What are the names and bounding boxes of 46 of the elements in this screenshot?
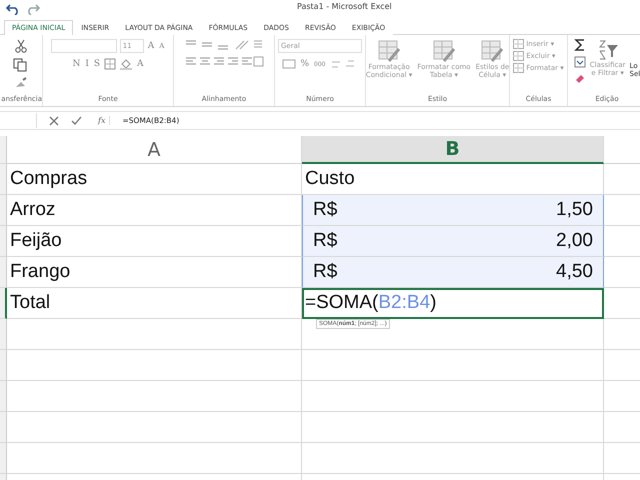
- font-color-button[interactable]: A: [136, 59, 145, 69]
- horizontal-align-icons[interactable]: [184, 56, 264, 68]
- table-cell: Frango: [7, 257, 302, 288]
- table-style-icon: [432, 39, 456, 63]
- table-cell: Arroz: [7, 195, 302, 226]
- cells-icon: [513, 63, 524, 73]
- currency-symbol: R$: [313, 261, 338, 283]
- currency-amount: 1,50: [556, 199, 593, 221]
- copy-icon[interactable]: [13, 58, 29, 72]
- check-icon[interactable]: [71, 116, 82, 126]
- scissors-icon[interactable]: [14, 39, 28, 53]
- table-style-icon: [377, 39, 402, 63]
- currency-amount: 4,50: [556, 261, 593, 283]
- redo-icon[interactable]: [26, 3, 40, 15]
- fill-bucket-icon[interactable]: [119, 58, 134, 70]
- font-style-button[interactable]: S: [92, 59, 102, 69]
- table-cell: Compras: [7, 164, 302, 195]
- currency-amount: 2,00: [556, 230, 593, 252]
- cancel-icon[interactable]: [49, 116, 59, 126]
- eraser-icon[interactable]: [574, 73, 586, 83]
- percent-button[interactable]: %: [299, 59, 310, 69]
- grow-font-button[interactable]: A: [146, 41, 156, 51]
- window-title: Pasta1 - Microsoft Excel: [297, 2, 392, 11]
- corner-header[interactable]: [0, 136, 7, 164]
- cells-icon: [513, 51, 524, 61]
- font-name-field[interactable]: [50, 39, 117, 53]
- fill-down-icon[interactable]: [574, 56, 586, 68]
- column-header[interactable]: B: [302, 136, 604, 164]
- brush-icon[interactable]: [14, 77, 28, 89]
- currency-symbol: R$: [313, 199, 338, 221]
- font-style-button[interactable]: N: [71, 59, 82, 69]
- table-style-icon: [480, 39, 504, 63]
- table-cell: Total: [7, 288, 302, 319]
- column-header[interactable]: A: [7, 136, 302, 164]
- sort-filter-icon: [596, 39, 619, 61]
- row-header[interactable]: [0, 288, 7, 319]
- sum-icon[interactable]: [574, 39, 586, 51]
- cells-icon: [513, 39, 524, 49]
- currency-symbol: R$: [313, 230, 338, 252]
- undo-icon[interactable]: [6, 3, 20, 15]
- table-cell: Feijão: [7, 226, 302, 257]
- insert-function-button[interactable]: fx: [94, 116, 110, 125]
- font-style-button[interactable]: I: [84, 59, 90, 69]
- currency-icon[interactable]: [282, 58, 296, 70]
- borders-icon[interactable]: [104, 58, 116, 70]
- vertical-align-icons[interactable]: [184, 39, 264, 51]
